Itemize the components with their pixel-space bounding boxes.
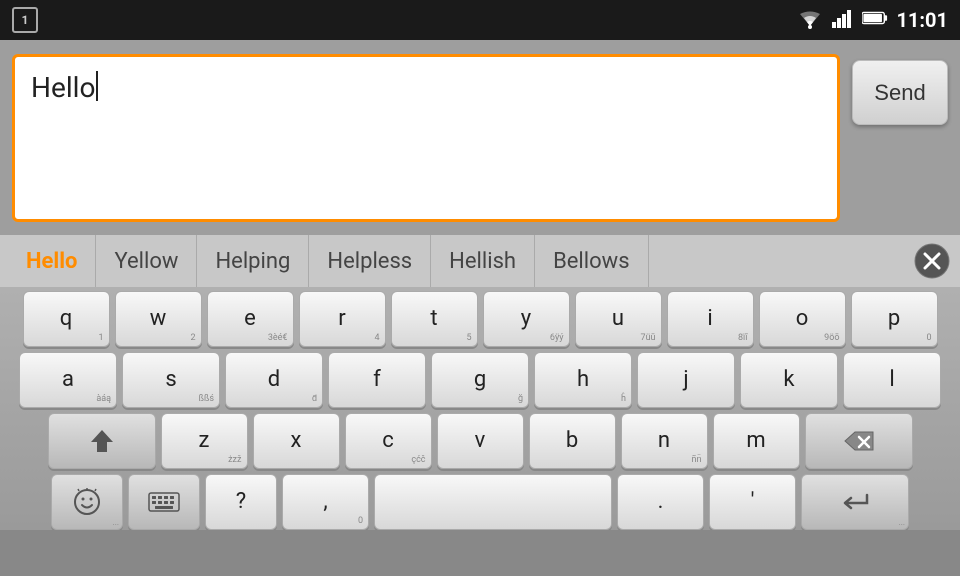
key-period[interactable]: .: [617, 474, 704, 530]
suggestion-hello[interactable]: Hello: [8, 235, 96, 287]
enter-icon: [839, 491, 871, 513]
text-cursor: [96, 71, 98, 101]
shift-key[interactable]: [48, 413, 156, 469]
send-button[interactable]: Send: [852, 60, 948, 125]
input-text: Hello: [31, 71, 95, 104]
suggestion-helpless[interactable]: Helpless: [309, 235, 431, 287]
key-c[interactable]: cçćč: [345, 413, 432, 469]
key-f[interactable]: f: [328, 352, 426, 408]
suggestions-bar: Hello Yellow Helping Helpless Hellish Be…: [0, 235, 960, 287]
key-k[interactable]: k: [740, 352, 838, 408]
key-apostrophe[interactable]: ': [709, 474, 796, 530]
key-j[interactable]: j: [637, 352, 735, 408]
battery-svg: [862, 10, 888, 26]
key-w[interactable]: w2: [115, 291, 202, 347]
backspace-key[interactable]: [805, 413, 913, 469]
keyboard-row-1: q1 w2 e3èé€ r4 t5 y6ÿý u7üū i8ïī o9öō p0: [4, 291, 956, 347]
suggestion-yellow[interactable]: Yellow: [96, 235, 197, 287]
key-r[interactable]: r4: [299, 291, 386, 347]
suggestion-hellish[interactable]: Hellish: [431, 235, 535, 287]
key-g[interactable]: gğ: [431, 352, 529, 408]
shift-icon: [89, 428, 115, 454]
key-b[interactable]: b: [529, 413, 616, 469]
keyboard-row-3: zżzž x cçćč v b nñn̈ m: [4, 413, 956, 469]
key-h[interactable]: hĥ: [534, 352, 632, 408]
key-x[interactable]: x: [253, 413, 340, 469]
close-suggestions-button[interactable]: [912, 241, 952, 281]
key-d[interactable]: dd̄: [225, 352, 323, 408]
key-v[interactable]: v: [437, 413, 524, 469]
key-question[interactable]: ?: [205, 474, 277, 530]
key-i[interactable]: i8ïī: [667, 291, 754, 347]
suggestion-helping[interactable]: Helping: [197, 235, 309, 287]
key-u[interactable]: u7üū: [575, 291, 662, 347]
text-input-field[interactable]: Hello: [12, 54, 840, 222]
send-label: Send: [874, 80, 925, 106]
backspace-icon: [843, 430, 875, 452]
enter-key[interactable]: ...: [801, 474, 909, 530]
wifi-svg: [796, 10, 824, 30]
key-l[interactable]: l: [843, 352, 941, 408]
clock-display: 11:01: [896, 8, 948, 32]
key-p[interactable]: p0: [851, 291, 938, 347]
wifi-icon: [796, 10, 824, 30]
battery-icon: [862, 10, 888, 30]
keyboard-icon: [148, 491, 180, 513]
close-circle-icon: [914, 243, 950, 279]
input-area: Hello Send: [0, 40, 960, 235]
key-t[interactable]: t5: [391, 291, 478, 347]
emoji-icon: [73, 488, 101, 516]
status-right: 11:01: [796, 8, 948, 32]
key-z[interactable]: zżzž: [161, 413, 248, 469]
keyboard-row-2: aàáą sßßś dd̄ f gğ hĥ j k l: [4, 352, 956, 408]
key-s[interactable]: sßßś: [122, 352, 220, 408]
key-q[interactable]: q1: [23, 291, 110, 347]
key-comma[interactable]: ,0: [282, 474, 369, 530]
status-left: 1: [12, 7, 38, 33]
status-bar: 1: [0, 0, 960, 40]
key-y[interactable]: y6ÿý: [483, 291, 570, 347]
suggestion-bellows[interactable]: Bellows: [535, 235, 649, 287]
key-a[interactable]: aàáą: [19, 352, 117, 408]
key-e[interactable]: e3èé€: [207, 291, 294, 347]
key-m[interactable]: m: [713, 413, 800, 469]
notification-icon: 1: [12, 7, 38, 33]
key-o[interactable]: o9öō: [759, 291, 846, 347]
keyboard-switch-key[interactable]: [128, 474, 200, 530]
signal-icon: [832, 8, 854, 32]
key-n[interactable]: nñn̈: [621, 413, 708, 469]
key-space[interactable]: [374, 474, 612, 530]
emoji-key[interactable]: ...: [51, 474, 123, 530]
keyboard-row-4: ... ? ,0 . ' ...: [4, 474, 956, 530]
signal-svg: [832, 8, 854, 28]
keyboard: q1 w2 e3èé€ r4 t5 y6ÿý u7üū i8ïī o9öō p0…: [0, 287, 960, 530]
